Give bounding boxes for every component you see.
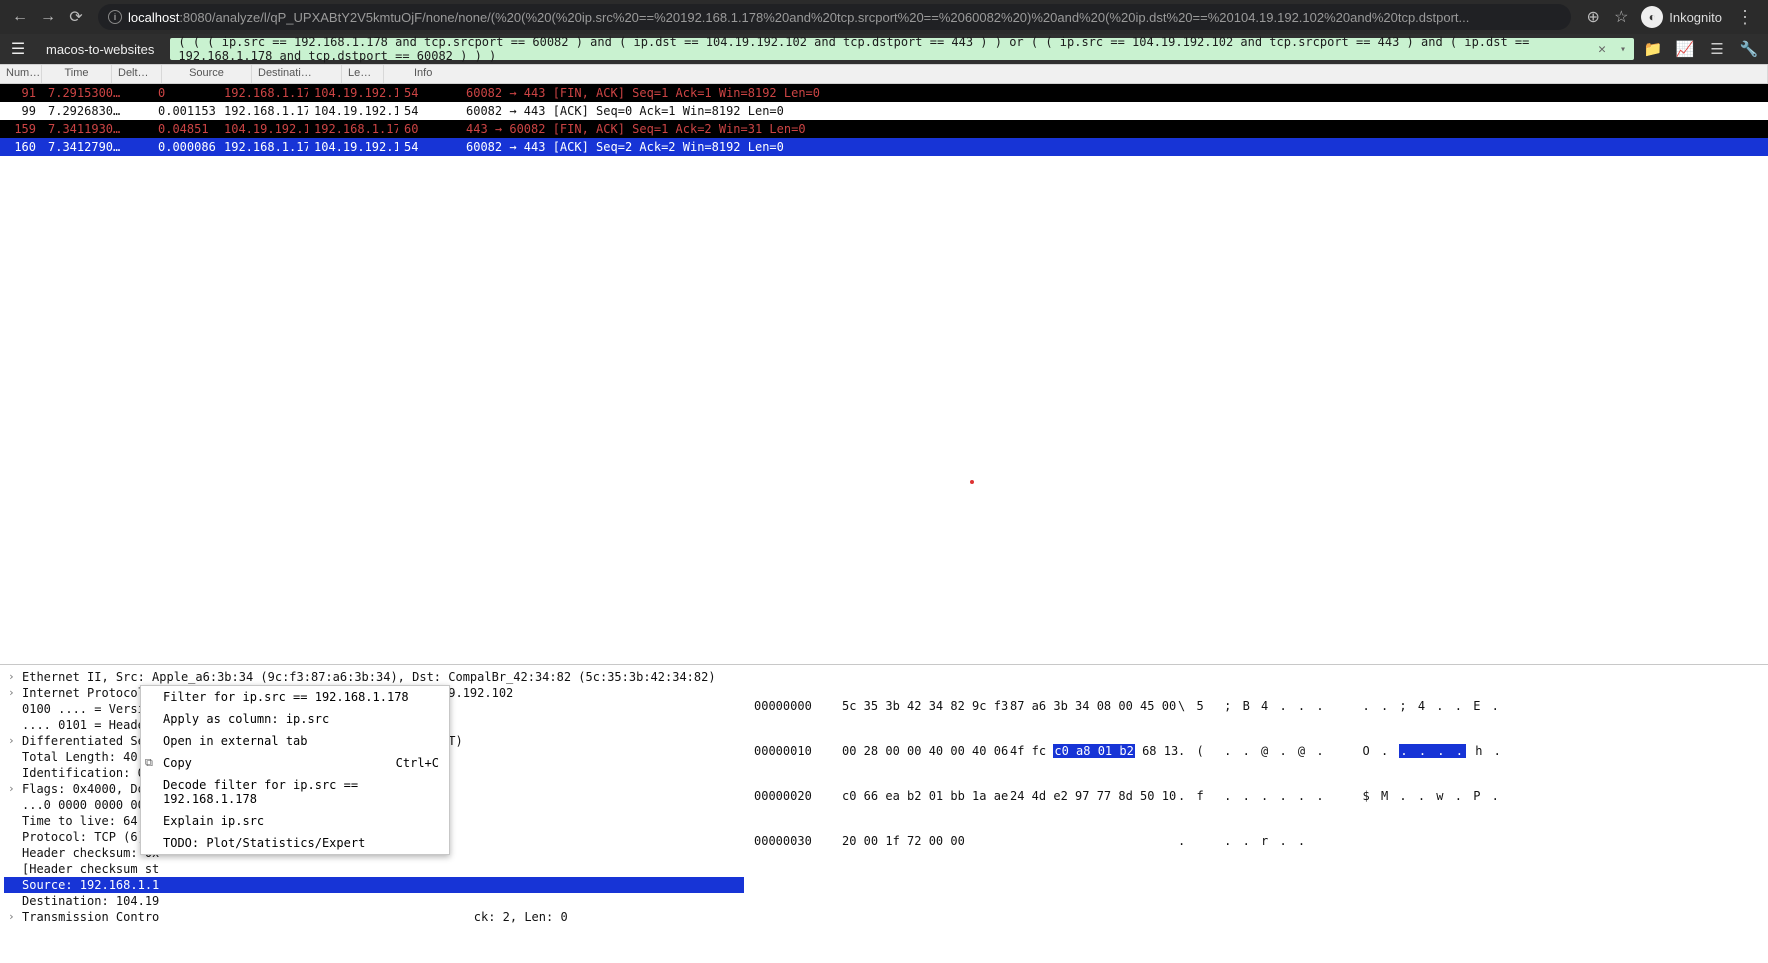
list-icon[interactable]: ☰ bbox=[1704, 36, 1730, 62]
capture-title[interactable]: macos-to-websites bbox=[36, 42, 164, 57]
app-toolbar: ☰ macos-to-websites ( ( ( ip.src == 192.… bbox=[0, 34, 1768, 64]
packet-row[interactable]: 99 7.2926830… 0.001153 192.168.1.178 104… bbox=[0, 102, 1768, 120]
hex-pane[interactable]: 00000000 5c 35 3b 42 34 82 9c f3 87 a6 3… bbox=[744, 665, 1768, 963]
tree-tcp[interactable]: Transmission Contro ck: 2, Len: 0 bbox=[4, 909, 744, 925]
profile-name: Inkognito bbox=[1669, 10, 1722, 25]
site-info-icon[interactable]: i bbox=[108, 10, 122, 24]
tree-ethernet[interactable]: Ethernet II, Src: Apple_a6:3b:34 (9c:f3:… bbox=[4, 669, 744, 685]
col-dst[interactable]: Destinati… bbox=[252, 65, 342, 83]
browser-menu-icon[interactable]: ⋮ bbox=[1728, 7, 1762, 28]
ctx-filter-for[interactable]: Filter for ip.src == 192.168.1.178 bbox=[141, 686, 449, 708]
url-bar[interactable]: i localhost :8080/analyze/l/qP_UPXABtY2V… bbox=[98, 4, 1571, 30]
col-num[interactable]: Num… bbox=[0, 65, 42, 83]
col-src[interactable]: Source bbox=[162, 65, 252, 83]
ctx-decode-filter[interactable]: Decode filter for ip.src == 192.168.1.17… bbox=[141, 774, 449, 810]
folder-icon[interactable]: 📁 bbox=[1640, 36, 1666, 62]
hex-row[interactable]: 00000000 5c 35 3b 42 34 82 9c f3 87 a6 3… bbox=[754, 699, 1758, 716]
packet-columns-header: Num… Time Delt… Source Destinati… Le… In… bbox=[0, 64, 1768, 84]
packet-row[interactable]: 159 7.3411930… 0.04851 104.19.192.102 19… bbox=[0, 120, 1768, 138]
context-menu: Filter for ip.src == 192.168.1.178 Apply… bbox=[140, 685, 450, 855]
reload-icon[interactable]: ⟳ bbox=[62, 3, 90, 31]
packet-row-selected[interactable]: 160 7.3412790… 0.000086 192.168.1.178 10… bbox=[0, 138, 1768, 156]
cursor-dot bbox=[970, 480, 974, 484]
avatar-icon: ◐ bbox=[1641, 6, 1663, 28]
tree-field[interactable]: [Header checksum st bbox=[4, 861, 744, 877]
col-delta[interactable]: Delt… bbox=[112, 65, 162, 83]
url-path: :8080/analyze/l/qP_UPXABtY2V5kmtuOjF/non… bbox=[179, 10, 1469, 25]
url-host: localhost bbox=[128, 10, 179, 25]
ctx-open-external[interactable]: Open in external tab bbox=[141, 730, 449, 752]
tree-source-selected[interactable]: Source: 192.168.1.1 bbox=[4, 877, 744, 893]
back-icon[interactable]: ← bbox=[6, 3, 34, 31]
ascii-highlight: . . . . bbox=[1399, 744, 1466, 758]
col-time[interactable]: Time bbox=[42, 65, 112, 83]
display-filter-text: ( ( ( ip.src == 192.168.1.178 and tcp.sr… bbox=[178, 35, 1626, 63]
tools-icon[interactable]: 🔧 bbox=[1736, 36, 1762, 62]
forward-icon[interactable]: → bbox=[34, 3, 62, 31]
browser-top-bar: ← → ⟳ i localhost :8080/analyze/l/qP_UPX… bbox=[0, 0, 1768, 34]
packet-row[interactable]: 91 7.2915300… 0 192.168.1.178 104.19.192… bbox=[0, 84, 1768, 102]
display-filter-input[interactable]: ( ( ( ip.src == 192.168.1.178 and tcp.sr… bbox=[170, 38, 1634, 60]
graph-icon[interactable]: 📈 bbox=[1672, 36, 1698, 62]
copy-icon: ⧉ bbox=[145, 756, 153, 770]
filter-dropdown-icon[interactable]: ▾ bbox=[1620, 44, 1626, 55]
tree-field[interactable]: Destination: 104.19 bbox=[4, 893, 744, 909]
hex-row[interactable]: 00000020 c0 66 ea b2 01 bb 1a ae 24 4d e… bbox=[754, 789, 1758, 806]
hex-row[interactable]: 00000030 20 00 1f 72 00 00 . . . r . . bbox=[754, 834, 1758, 851]
clear-filter-icon[interactable]: ✕ bbox=[1598, 42, 1606, 57]
ctx-copy[interactable]: ⧉ Copy Ctrl+C bbox=[141, 752, 449, 774]
col-info[interactable]: Info bbox=[384, 65, 1768, 83]
menu-icon[interactable]: ☰ bbox=[6, 39, 30, 59]
col-len[interactable]: Le… bbox=[342, 65, 384, 83]
ctx-todo[interactable]: TODO: Plot/Statistics/Expert bbox=[141, 832, 449, 854]
profile-chip[interactable]: ◐ Inkognito bbox=[1635, 6, 1728, 28]
ctx-apply-column[interactable]: Apply as column: ip.src bbox=[141, 708, 449, 730]
hex-highlight: c0 a8 01 b2 bbox=[1053, 744, 1134, 758]
zoom-icon[interactable]: ⊕ bbox=[1579, 3, 1607, 31]
hex-row[interactable]: 00000010 00 28 00 00 40 00 40 06 4f fc c… bbox=[754, 744, 1758, 761]
packet-list: 91 7.2915300… 0 192.168.1.178 104.19.192… bbox=[0, 84, 1768, 504]
ctx-explain[interactable]: Explain ip.src bbox=[141, 810, 449, 832]
ctx-shortcut: Ctrl+C bbox=[396, 756, 439, 770]
bookmark-icon[interactable]: ☆ bbox=[1607, 3, 1635, 31]
